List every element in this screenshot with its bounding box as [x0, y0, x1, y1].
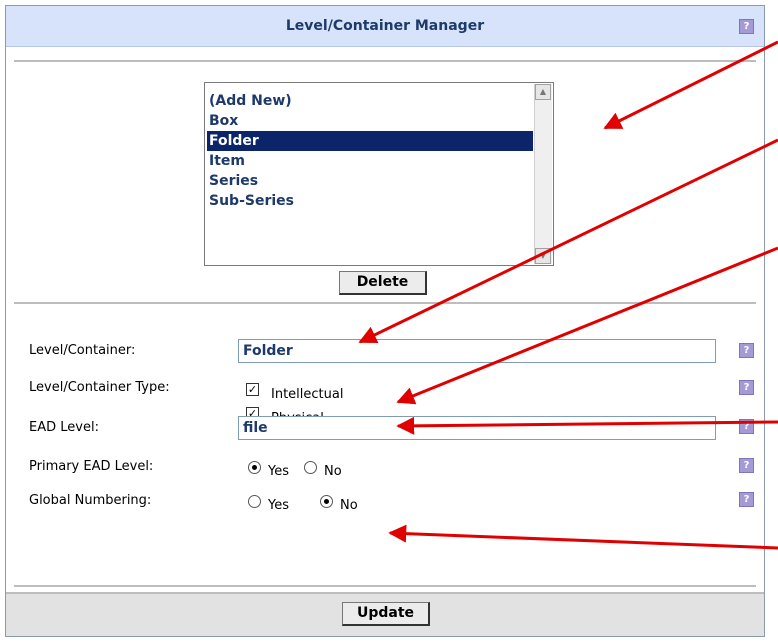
intellectual-checkbox[interactable]: ✓ [246, 383, 259, 396]
list-item[interactable]: Item [207, 151, 533, 171]
scroll-down-icon[interactable]: ▼ [535, 248, 551, 264]
ead-level-label: EAD Level: [29, 420, 99, 435]
global-numbering-yes-label: Yes [268, 498, 289, 513]
delete-button[interactable]: Delete [339, 271, 427, 295]
list-item[interactable]: (Add New) [207, 91, 533, 111]
level-container-type-label: Level/Container Type: [29, 380, 170, 395]
list-items: (Add New) Box Folder Item Series Sub-Series [207, 91, 533, 211]
global-numbering-no-label: No [340, 498, 358, 513]
intellectual-label: Intellectual [271, 387, 344, 402]
primary-ead-yes-label: Yes [268, 464, 289, 479]
level-container-label: Level/Container: [29, 343, 136, 358]
list-item[interactable]: Series [207, 171, 533, 191]
primary-ead-no-radio[interactable] [304, 461, 317, 474]
update-button[interactable]: Update [342, 602, 430, 626]
list-item[interactable]: Sub-Series [207, 191, 533, 211]
divider [14, 302, 756, 304]
list-item[interactable]: Folder [207, 131, 533, 151]
help-icon[interactable]: ? [739, 419, 754, 434]
global-numbering-no-radio[interactable] [320, 495, 333, 508]
list-item[interactable]: Box [207, 111, 533, 131]
help-icon[interactable]: ? [739, 380, 754, 395]
scroll-up-icon[interactable]: ▲ [535, 84, 551, 100]
help-icon[interactable]: ? [739, 19, 754, 34]
help-icon[interactable]: ? [739, 343, 754, 358]
ead-level-input[interactable]: file [238, 416, 716, 440]
global-numbering-label: Global Numbering: [29, 493, 152, 508]
global-numbering-yes-radio[interactable] [248, 495, 261, 508]
level-container-input[interactable]: Folder [238, 339, 716, 363]
primary-ead-yes-radio[interactable] [248, 461, 261, 474]
divider [14, 60, 756, 62]
divider [14, 585, 756, 587]
title-bar: Level/Container Manager ? [6, 6, 764, 47]
help-icon[interactable]: ? [739, 458, 754, 473]
help-icon[interactable]: ? [739, 492, 754, 507]
level-container-listbox[interactable]: (Add New) Box Folder Item Series Sub-Series ▲… [204, 82, 554, 266]
footer-bar: Update [6, 592, 764, 636]
primary-ead-no-label: No [324, 464, 342, 479]
primary-ead-level-label: Primary EAD Level: [29, 459, 154, 474]
level-container-manager-panel: Level/Container Manager ? (Add New) Box Fo… [5, 5, 765, 637]
page-title: Level/Container Manager [285, 18, 485, 34]
scrollbar[interactable]: ▲ ▼ [534, 84, 552, 264]
